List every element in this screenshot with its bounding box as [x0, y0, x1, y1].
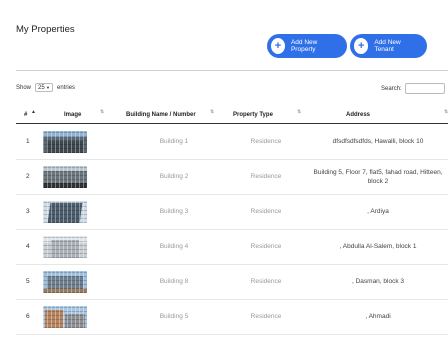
sort-icon: ⇅ — [210, 109, 215, 115]
building-name: Building 8 — [159, 278, 189, 285]
column-label: Address — [346, 112, 371, 118]
table-row[interactable]: 4 Building 4 Residence , Abdulla Al-Sale… — [16, 229, 448, 265]
column-label: Image — [64, 112, 82, 118]
column-header-address[interactable]: Address ⇅ — [316, 107, 448, 123]
show-label: Show — [16, 84, 32, 91]
add-tenant-button[interactable]: + Add New Tenant — [350, 34, 427, 58]
row-number: 5 — [26, 278, 30, 285]
property-type: Residence — [250, 138, 282, 145]
properties-page: My Properties + Add New Property + Add N… — [0, 0, 448, 350]
row-number: 4 — [26, 243, 30, 250]
plus-icon: + — [354, 38, 369, 54]
property-type: Residence — [250, 243, 282, 250]
property-type: Residence — [250, 208, 282, 215]
add-property-label: Add New Property — [290, 39, 318, 53]
table-row[interactable]: 3 Building 3 Residence , Ardiya — [16, 194, 448, 230]
property-type: Residence — [250, 173, 282, 180]
column-label: Property Type — [233, 112, 273, 118]
building-name: Building 4 — [159, 243, 189, 250]
row-number: 1 — [26, 138, 30, 145]
property-address: dfsdfsdfsdfds, Hawalli, block 10 — [332, 138, 424, 145]
row-number: 6 — [26, 313, 30, 320]
column-header-number[interactable]: # ▲ — [24, 107, 40, 123]
page-size-value: 25 — [38, 84, 45, 91]
property-thumbnail[interactable] — [43, 229, 87, 264]
table-row[interactable]: 6 Building 5 Residence , Ahmadi — [16, 299, 448, 335]
plus-icon: + — [271, 38, 285, 54]
property-type: Residence — [250, 313, 282, 320]
property-address: , Dasman, block 3 — [351, 278, 405, 285]
table-row[interactable]: 1 Building 1 Residence dfsdfsdfsdfds, Ha… — [16, 124, 448, 160]
table-row[interactable]: 5 Building 8 Residence , Dasman, block 3 — [16, 264, 448, 300]
column-label: Building Name / Number — [126, 112, 196, 118]
sort-icon: ⇅ — [444, 109, 448, 115]
page-size-select[interactable]: 25 ▼ — [35, 83, 54, 92]
sort-asc-icon: ▲ — [31, 109, 36, 115]
add-property-button[interactable]: + Add New Property — [267, 34, 347, 58]
property-thumbnail[interactable] — [43, 124, 87, 159]
row-number: 2 — [26, 173, 30, 180]
column-label: # — [24, 112, 28, 118]
entries-label: entries — [57, 84, 76, 91]
add-tenant-label: Add New Tenant — [374, 39, 401, 53]
search-input[interactable] — [404, 83, 445, 94]
building-name: Building 3 — [159, 208, 189, 215]
column-header-property-type[interactable]: Property Type ⇅ — [231, 107, 301, 123]
chevron-down-icon: ▼ — [46, 85, 51, 90]
column-header-image[interactable]: Image ⇅ — [64, 107, 120, 123]
property-type: Residence — [250, 278, 282, 285]
header-divider — [16, 70, 448, 71]
column-header-building[interactable]: Building Name / Number ⇅ — [124, 107, 224, 123]
sort-icon: ⇅ — [100, 109, 105, 115]
property-thumbnail[interactable] — [43, 159, 87, 194]
property-thumbnail[interactable] — [43, 194, 87, 229]
property-thumbnail[interactable] — [43, 299, 87, 334]
property-address: , Abdulla Al-Salem, block 1 — [339, 243, 417, 250]
page-title: My Properties — [16, 24, 75, 35]
sort-icon: ⇅ — [297, 109, 302, 115]
property-address: , Ahmadi — [365, 313, 391, 320]
building-name: Building 2 — [159, 173, 189, 180]
building-name: Building 5 — [159, 313, 189, 320]
property-address: , Ardiya — [367, 208, 389, 215]
search-label: Search: — [381, 85, 402, 92]
search-control: Search: — [381, 83, 445, 94]
table-row[interactable]: 2 Building 2 Residence Building 5, Floor… — [16, 159, 448, 195]
property-address: Building 5, Floor 7, flat5, fahad road, … — [313, 168, 443, 185]
entries-control: Show 25 ▼ entries — [16, 83, 75, 92]
row-number: 3 — [26, 208, 30, 215]
table-header: # ▲ Image ⇅ Building Name / Number ⇅ Pro… — [16, 107, 448, 124]
property-thumbnail[interactable] — [43, 264, 87, 299]
building-name: Building 1 — [159, 138, 189, 145]
